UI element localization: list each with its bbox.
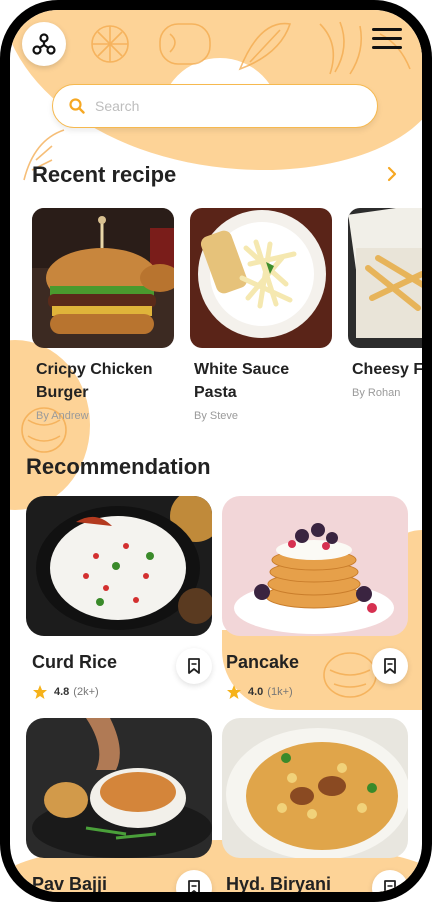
recipe-image-biryani <box>222 718 408 858</box>
logo-button[interactable] <box>22 22 66 66</box>
recipe-image-burger <box>32 208 174 348</box>
phone-side-button <box>0 112 2 142</box>
recent-recipe-name: Cheesy Fries <box>352 361 422 378</box>
recent-recipe-card[interactable]: White Sauce Pasta By Steve <box>190 208 332 422</box>
recent-recipe-name: White Sauce Pasta <box>194 361 290 401</box>
recipe-image-fries <box>348 208 422 348</box>
recommendation-card[interactable]: Curd Rice 4.8 (2k+) <box>26 496 212 699</box>
rating: 4.8 (2k+) <box>32 684 99 700</box>
search-input[interactable] <box>95 98 335 114</box>
search-bar[interactable] <box>52 84 378 128</box>
recommendation-name: Hyd. Biryani <box>226 874 332 892</box>
rating-count: (2k+) <box>73 686 99 698</box>
bookmark-icon <box>384 658 396 674</box>
bookmark-icon <box>188 880 200 892</box>
recent-recipe-card[interactable]: Cricpy Chicken Burger By Andrew <box>32 208 174 422</box>
star-icon <box>33 685 47 699</box>
hamburger-menu-icon[interactable] <box>372 28 402 52</box>
recipe-image-pancake <box>222 496 408 636</box>
recent-recipe-author: By Steve <box>194 410 239 422</box>
recommendation-card[interactable]: Pancake 4.0 (1k+) <box>222 496 408 699</box>
chevron-right-icon[interactable] <box>386 166 398 182</box>
phone-side-button <box>0 232 2 288</box>
recipe-image-pasta <box>190 208 332 348</box>
recipe-image-pav-bajji <box>26 718 212 858</box>
rating-value: 4.8 <box>54 686 70 698</box>
recipe-image-curd-rice <box>26 496 212 636</box>
recent-recipe-author: By Andrew <box>36 410 89 422</box>
recent-recipe-card[interactable]: Cheesy Fries By Rohan <box>348 208 422 399</box>
rating: 4.0 (1k+) <box>226 684 293 700</box>
phone-side-button <box>0 160 2 216</box>
bookmark-button[interactable] <box>176 648 212 684</box>
app-screen: Recent recipe Cric <box>10 10 422 892</box>
recommendation-name: Pancake <box>226 652 300 672</box>
triskelion-logo-icon <box>32 33 56 55</box>
recent-recipe-author: By Rohan <box>352 387 401 399</box>
food-doodle-pattern <box>91 21 411 75</box>
search-icon <box>69 98 85 114</box>
rating-count: (1k+) <box>267 686 293 698</box>
recommendation-card[interactable]: Hyd. Biryani <box>222 718 408 892</box>
recent-recipe-heading: Recent recipe <box>32 162 177 187</box>
bookmark-icon <box>188 658 200 674</box>
bookmark-icon <box>384 880 396 892</box>
recent-recipe-name: Cricpy Chicken Burger <box>36 361 153 401</box>
bookmark-button[interactable] <box>372 648 408 684</box>
recommendation-name: Curd Rice <box>32 652 118 672</box>
phone-frame: Recent recipe Cric <box>0 0 432 902</box>
recommendation-name: Pav Bajji <box>32 874 108 892</box>
star-icon <box>227 685 241 699</box>
recommendation-card[interactable]: Pav Bajji <box>26 718 212 892</box>
recommendation-heading: Recommendation <box>26 454 211 479</box>
rating-value: 4.0 <box>248 686 264 698</box>
